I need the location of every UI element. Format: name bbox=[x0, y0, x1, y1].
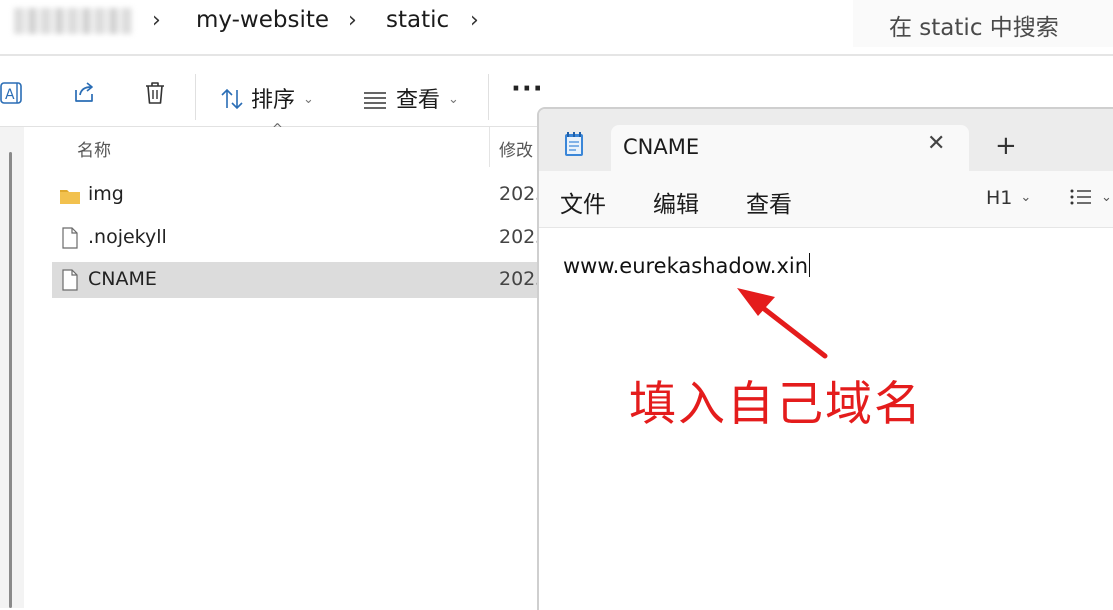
address-bar[interactable]: › my-website › static › 在 static 中搜索 bbox=[0, 0, 1113, 52]
view-button[interactable]: 查看 ⌄ bbox=[362, 82, 459, 114]
breadcrumb-static[interactable]: static bbox=[386, 7, 449, 33]
search-placeholder: 在 static 中搜索 bbox=[889, 15, 1059, 41]
blurred-path-segment bbox=[14, 8, 132, 34]
breadcrumb-separator-icon: › bbox=[348, 8, 357, 33]
toolbar-divider bbox=[195, 74, 196, 120]
more-options-icon[interactable]: ··· bbox=[511, 74, 544, 104]
chevron-down-icon: ⌄ bbox=[303, 92, 314, 107]
file-name: CNAME bbox=[88, 268, 157, 290]
file-row-cname[interactable]: CNAME 2025 bbox=[52, 262, 547, 298]
toolbar-divider bbox=[488, 74, 489, 120]
chevron-down-icon: ⌄ bbox=[448, 92, 459, 107]
column-header-name[interactable]: 名称 bbox=[77, 136, 111, 161]
scrollbar[interactable] bbox=[9, 152, 12, 608]
share-icon[interactable] bbox=[71, 80, 97, 106]
file-name: .nojekyll bbox=[88, 226, 167, 248]
file-name: img bbox=[88, 183, 124, 205]
breadcrumb-separator-icon: › bbox=[152, 8, 161, 33]
file-icon bbox=[62, 227, 78, 249]
view-list-icon bbox=[364, 92, 386, 109]
view-label: 查看 bbox=[396, 88, 441, 113]
breadcrumb-my-website[interactable]: my-website bbox=[196, 7, 329, 33]
svg-text:A: A bbox=[5, 87, 15, 103]
sort-button[interactable]: 排序 ⌄ bbox=[219, 82, 314, 114]
file-row-nojekyll[interactable]: .nojekyll 2025 bbox=[52, 220, 547, 256]
search-input[interactable]: 在 static 中搜索 bbox=[853, 0, 1113, 47]
annotation-text: 填入自己域名 bbox=[629, 377, 923, 432]
rename-icon[interactable]: A bbox=[0, 80, 26, 106]
sort-label: 排序 bbox=[251, 88, 296, 113]
file-icon bbox=[62, 269, 78, 291]
sort-ascending-icon: ^ bbox=[272, 122, 283, 137]
annotation-arrow-icon bbox=[737, 288, 828, 359]
divider bbox=[0, 126, 540, 127]
column-header-modified[interactable]: 修改 bbox=[499, 136, 533, 161]
sort-icon bbox=[221, 88, 243, 110]
file-row-img[interactable]: img 2025 bbox=[52, 177, 547, 213]
notepad-window: CNAME ✕ + 文件 编辑 查看 H1 ⌄ ⌄ www.eurekashado… bbox=[537, 107, 1113, 610]
breadcrumb-expand-icon[interactable]: › bbox=[470, 8, 479, 33]
column-divider[interactable] bbox=[489, 127, 490, 167]
navigation-pane bbox=[0, 127, 24, 608]
folder-icon bbox=[60, 190, 80, 204]
delete-icon[interactable] bbox=[142, 80, 168, 106]
